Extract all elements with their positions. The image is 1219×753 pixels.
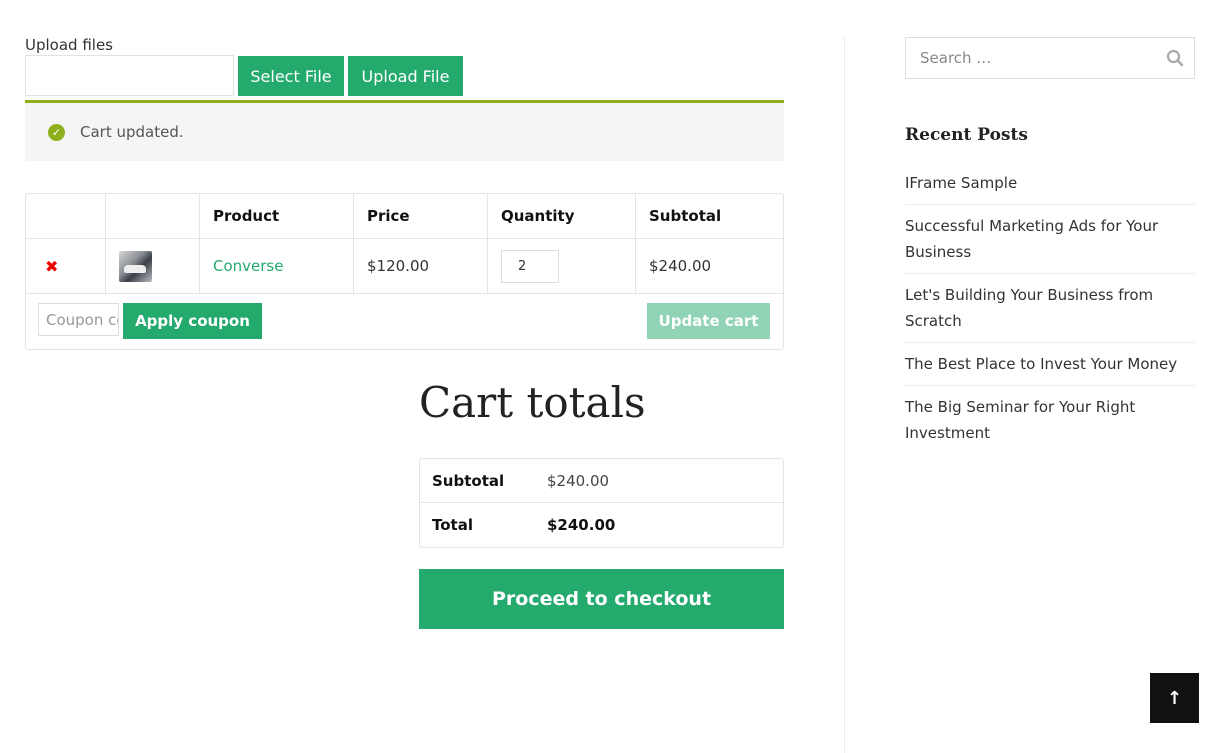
totals-total-row: Total $240.00: [420, 503, 783, 547]
subtotal-value: $240.00: [547, 471, 610, 490]
apply-coupon-button[interactable]: Apply coupon: [123, 303, 262, 339]
update-cart-button[interactable]: Update cart: [647, 303, 770, 339]
recent-post-link[interactable]: Successful Marketing Ads for Your Busine…: [905, 205, 1195, 274]
main-content: Upload files Select File Upload File ✓ C…: [25, 0, 784, 753]
header-remove: [26, 194, 106, 238]
remove-item-icon[interactable]: ✖: [45, 257, 58, 276]
upload-label: Upload files: [25, 36, 113, 54]
scroll-to-top-button[interactable]: ↑: [1150, 673, 1199, 723]
subtotal-label: Subtotal: [432, 471, 505, 490]
search-placeholder: Search …: [920, 49, 992, 67]
product-link[interactable]: Converse: [213, 257, 283, 275]
product-thumbnail[interactable]: [119, 250, 152, 282]
total-value: $240.00: [547, 516, 616, 534]
total-label: Total: [432, 516, 473, 534]
product-subtotal: $240.00: [649, 257, 712, 275]
cart-actions: Coupon code Apply coupon Update cart: [26, 294, 783, 349]
coupon-code-input[interactable]: Coupon code: [38, 303, 119, 336]
recent-post-link[interactable]: IFrame Sample: [905, 162, 1195, 205]
totals-subtotal-row: Subtotal $240.00: [420, 459, 783, 503]
header-price: Price: [354, 194, 488, 238]
cart-totals-table: Subtotal $240.00 Total $240.00: [419, 458, 784, 548]
select-file-button[interactable]: Select File: [238, 56, 344, 96]
upload-file-button[interactable]: Upload File: [348, 56, 463, 96]
recent-posts-title: Recent Posts: [905, 125, 1028, 145]
proceed-to-checkout-button[interactable]: Proceed to checkout: [419, 569, 784, 629]
recent-post-link[interactable]: Let's Building Your Business from Scratc…: [905, 274, 1195, 343]
cart-totals-title: Cart totals: [419, 378, 646, 427]
file-input[interactable]: [25, 55, 234, 96]
search-input[interactable]: Search …: [905, 37, 1195, 79]
header-subtotal: Subtotal: [649, 207, 722, 225]
sidebar-divider: [844, 37, 845, 753]
table-row: ✖ Converse $120.00 2 $240.00: [26, 239, 783, 294]
arrow-up-icon: ↑: [1166, 687, 1183, 709]
product-price: $120.00: [354, 239, 488, 293]
notice-message: Cart updated.: [80, 123, 184, 141]
header-thumbnail: [106, 194, 200, 238]
cart-table-header: Product Price Quantity Subtotal: [26, 194, 783, 239]
header-product: Product: [200, 194, 354, 238]
sidebar: Search … Recent Posts IFrame Sample Succ…: [905, 0, 1195, 753]
recent-post-link[interactable]: The Best Place to Invest Your Money: [905, 343, 1195, 386]
check-circle-icon: ✓: [48, 123, 65, 141]
cart-updated-notice: ✓ Cart updated.: [25, 100, 784, 161]
recent-posts-list: IFrame Sample Successful Marketing Ads f…: [905, 162, 1195, 454]
quantity-input[interactable]: 2: [501, 249, 559, 283]
recent-post-link[interactable]: The Big Seminar for Your Right Investmen…: [905, 386, 1195, 454]
search-icon[interactable]: [1166, 49, 1184, 67]
header-quantity: Quantity: [488, 194, 636, 238]
cart-table: Product Price Quantity Subtotal ✖ Conver…: [25, 193, 784, 350]
